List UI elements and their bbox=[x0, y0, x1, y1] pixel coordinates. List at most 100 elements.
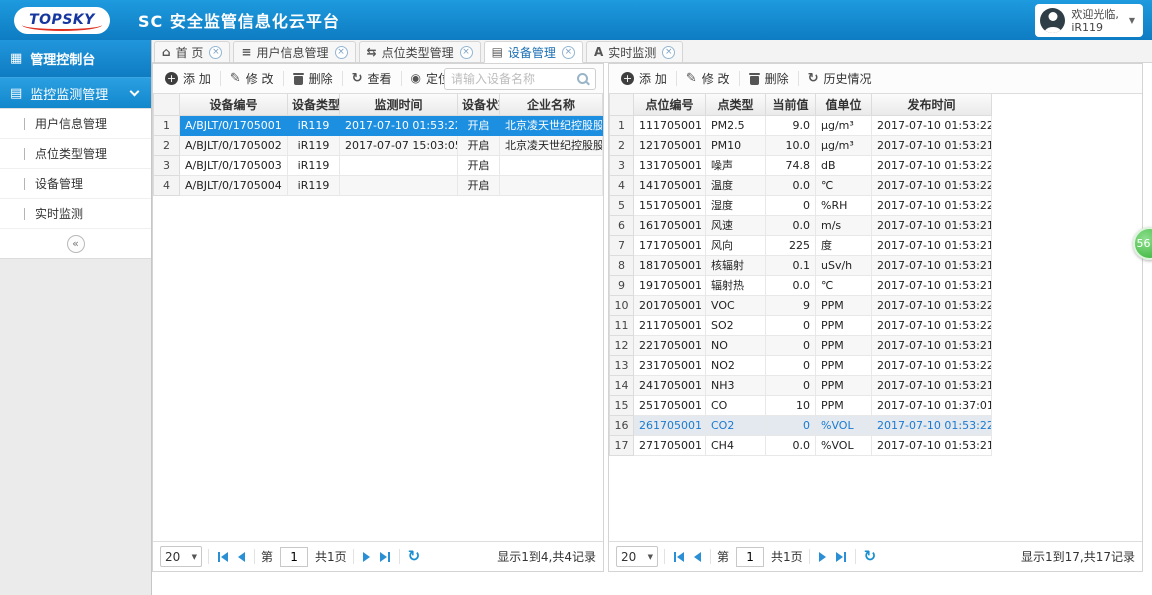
trash-icon bbox=[292, 72, 304, 85]
prev-page-button[interactable] bbox=[691, 550, 704, 564]
table-row[interactable]: 7 171705001 风向 225 度 2017-07-10 01:53:21 bbox=[609, 234, 992, 256]
next-page-button[interactable] bbox=[816, 550, 829, 564]
close-icon[interactable]: × bbox=[334, 45, 348, 59]
column-header[interactable]: 点位编号 bbox=[633, 94, 706, 116]
row-number: 10 bbox=[609, 294, 634, 316]
delete-button[interactable]: 删除 bbox=[743, 67, 795, 90]
sidebar-item-label: 点位类型管理 bbox=[35, 147, 108, 161]
sidebar-group-monitoring[interactable]: ▤ 监控监测管理 bbox=[0, 78, 151, 109]
table-row[interactable]: 8 181705001 核辐射 0.1 uSv/h 2017-07-10 01:53:21 bbox=[609, 254, 992, 276]
column-header[interactable]: 企业名称 bbox=[499, 94, 603, 116]
modify-button[interactable]: ✎ 修 改 bbox=[680, 67, 736, 90]
column-header[interactable]: 设备类型 bbox=[287, 94, 340, 116]
column-header[interactable]: 当前值 bbox=[765, 94, 816, 116]
table-row[interactable]: 10 201705001 VOC 9 PPM 2017-07-10 01:53:22 bbox=[609, 294, 992, 316]
tab-point-type[interactable]: ⇆ 点位类型管理 × bbox=[358, 41, 481, 63]
last-page-button[interactable] bbox=[833, 550, 849, 564]
column-header[interactable]: 值单位 bbox=[815, 94, 872, 116]
first-page-button[interactable] bbox=[671, 550, 687, 564]
table-row[interactable]: 1 A/BJLT/0/1705001 iR119 2017-07-10 01:53:2… bbox=[153, 114, 603, 136]
close-icon[interactable]: × bbox=[561, 45, 575, 59]
column-header[interactable]: 设备编号 bbox=[179, 94, 288, 116]
chevron-down-icon: ▼ bbox=[647, 552, 653, 561]
sidebar-item-realtime[interactable]: 实时监测 bbox=[0, 199, 151, 229]
device-panel: + 添 加 ✎ 修 改 删除 ↻ 查看 ◉ 定位 请输入设备名称 设备编号 设备… bbox=[152, 63, 604, 572]
row-number: 15 bbox=[609, 394, 634, 416]
table-row[interactable]: 2 121705001 PM10 10.0 μg/m³ 2017-07-10 01:53:… bbox=[609, 134, 992, 156]
close-icon[interactable]: × bbox=[459, 45, 473, 59]
page-number-input[interactable] bbox=[280, 546, 309, 567]
sidebar-console-header[interactable]: ▦ 管理控制台 bbox=[0, 40, 151, 78]
tab-device[interactable]: ▤ 设备管理 × bbox=[483, 41, 583, 63]
table-row[interactable]: 3 131705001 噪声 74.8 dB 2017-07-10 01:53:22 bbox=[609, 154, 992, 176]
search-input[interactable] bbox=[445, 72, 576, 86]
modify-button[interactable]: ✎ 修 改 bbox=[224, 67, 280, 90]
search-icon[interactable] bbox=[576, 72, 590, 86]
sidebar-item-device[interactable]: 设备管理 bbox=[0, 169, 151, 199]
cell: 0.1 bbox=[765, 254, 816, 276]
next-page-button[interactable] bbox=[360, 550, 373, 564]
table-row[interactable]: 16 261705001 CO2 0 %VOL 2017-07-10 01:53:22 bbox=[609, 414, 992, 436]
delete-button[interactable]: 删除 bbox=[287, 67, 339, 90]
tab-realtime[interactable]: A 实时监测 × bbox=[585, 41, 684, 63]
last-page-button[interactable] bbox=[377, 550, 393, 564]
table-row[interactable]: 2 A/BJLT/0/1705002 iR119 2017-07-07 15:03:0… bbox=[153, 134, 603, 156]
column-header[interactable]: 监测时间 bbox=[339, 94, 458, 116]
sidebar-item-user-info[interactable]: 用户信息管理 bbox=[0, 109, 151, 139]
table-row[interactable]: 4 141705001 温度 0.0 ℃ 2017-07-10 01:53:22 bbox=[609, 174, 992, 196]
table-row[interactable]: 9 191705001 辐射热 0.0 ℃ 2017-07-10 01:53:21 bbox=[609, 274, 992, 296]
column-header[interactable]: 设备状态 bbox=[457, 94, 500, 116]
cell: 141705001 bbox=[633, 174, 706, 196]
user-menu[interactable]: 欢迎光临, iR119 ▼ bbox=[1035, 4, 1143, 37]
refresh-icon[interactable]: ↻ bbox=[864, 549, 877, 564]
cell: 74.8 bbox=[765, 154, 816, 176]
row-number: 14 bbox=[609, 374, 634, 396]
cell: PPM bbox=[815, 374, 872, 396]
add-button-label: 添 加 bbox=[639, 72, 667, 86]
cell: %VOL bbox=[815, 414, 872, 436]
cell: 9.0 bbox=[765, 114, 816, 136]
tab-home[interactable]: ⌂ 首 页 × bbox=[154, 41, 231, 63]
history-button[interactable]: ↻ 历史情况 bbox=[802, 67, 878, 90]
table-row[interactable]: 6 161705001 风速 0.0 m/s 2017-07-10 01:53:21 bbox=[609, 214, 992, 236]
table-row[interactable]: 5 151705001 湿度 0 %RH 2017-07-10 01:53:22 bbox=[609, 194, 992, 216]
prev-page-button[interactable] bbox=[235, 550, 248, 564]
sidebar-item-point-type[interactable]: 点位类型管理 bbox=[0, 139, 151, 169]
cell: 度 bbox=[815, 234, 872, 256]
cell: 271705001 bbox=[633, 434, 706, 456]
column-header[interactable]: 点类型 bbox=[705, 94, 766, 116]
table-row[interactable]: 11 211705001 SO2 0 PPM 2017-07-10 01:53:22 bbox=[609, 314, 992, 336]
page-number-input[interactable] bbox=[736, 546, 765, 567]
add-button[interactable]: + 添 加 bbox=[159, 67, 217, 90]
cell: m/s bbox=[815, 214, 872, 236]
refresh-icon[interactable]: ↻ bbox=[408, 549, 421, 564]
table-row[interactable]: 17 271705001 CH4 0.0 %VOL 2017-07-10 01:53:21 bbox=[609, 434, 992, 456]
close-icon[interactable]: × bbox=[662, 45, 676, 59]
table-row[interactable]: 12 221705001 NO 0 PPM 2017-07-10 01:53:21 bbox=[609, 334, 992, 356]
table-row[interactable]: 4 A/BJLT/0/1705004 iR119 开启 bbox=[153, 174, 603, 196]
table-row[interactable]: 1 111705001 PM2.5 9.0 μg/m³ 2017-07-10 01:53:… bbox=[609, 114, 992, 136]
view-button[interactable]: ↻ 查看 bbox=[346, 67, 398, 90]
sidebar-collapse-button[interactable]: « bbox=[66, 235, 85, 253]
first-page-button[interactable] bbox=[215, 550, 231, 564]
close-icon[interactable]: × bbox=[209, 45, 223, 59]
welcome-text: 欢迎光临, bbox=[1071, 7, 1119, 21]
cell: 231705001 bbox=[633, 354, 706, 376]
page-size-select[interactable]: 20 ▼ bbox=[616, 546, 658, 567]
page-size-select[interactable]: 20 ▼ bbox=[160, 546, 202, 567]
layout: ▦ 管理控制台 ▤ 监控监测管理 用户信息管理 点位类型管理 设备管理 实时监测 « … bbox=[0, 40, 1152, 595]
page-size-value: 20 bbox=[621, 549, 637, 564]
row-number: 1 bbox=[609, 114, 634, 136]
column-header[interactable]: 发布时间 bbox=[871, 94, 992, 116]
table-row[interactable]: 13 231705001 NO2 0 PPM 2017-07-10 01:53:22 bbox=[609, 354, 992, 376]
avatar-person-icon bbox=[1048, 12, 1058, 21]
cell bbox=[339, 154, 458, 176]
cell: 241705001 bbox=[633, 374, 706, 396]
table-row[interactable]: 14 241705001 NH3 0 PPM 2017-07-10 01:53:21 bbox=[609, 374, 992, 396]
cell: 湿度 bbox=[705, 194, 766, 216]
table-row[interactable]: 15 251705001 CO 10 PPM 2017-07-10 01:37:01 bbox=[609, 394, 992, 416]
add-button[interactable]: + 添 加 bbox=[615, 67, 673, 90]
view-button-label: 查看 bbox=[367, 72, 392, 86]
table-row[interactable]: 3 A/BJLT/0/1705003 iR119 开启 bbox=[153, 154, 603, 176]
tab-user-info[interactable]: ≡ 用户信息管理 × bbox=[233, 41, 356, 63]
